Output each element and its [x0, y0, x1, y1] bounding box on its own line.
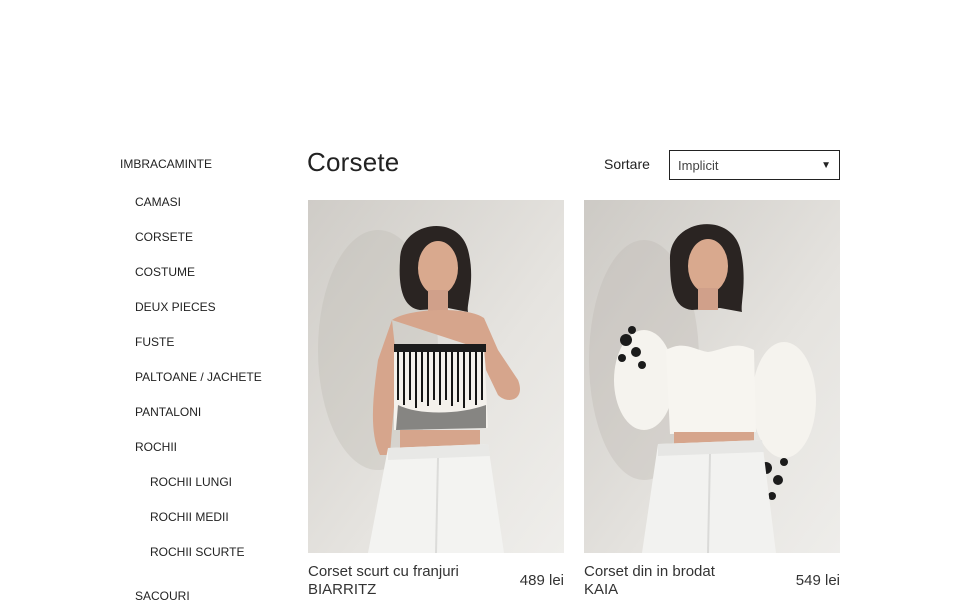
product-image[interactable]: [308, 200, 564, 553]
chevron-down-icon: ▼: [821, 159, 831, 171]
sidebar-item-corsete[interactable]: CORSETE: [135, 230, 193, 244]
sidebar-subitem-rochii-scurte[interactable]: ROCHII SCURTE: [150, 545, 244, 559]
sidebar-item-pantaloni[interactable]: PANTALONI: [135, 405, 201, 419]
sidebar-subitem-rochii-medii[interactable]: ROCHII MEDII: [150, 510, 229, 524]
sidebar-subitem-rochii-lungi[interactable]: ROCHII LUNGI: [150, 475, 232, 489]
product-name-line2: BIARRITZ: [308, 581, 377, 598]
sidebar-item-paltoane-jachete[interactable]: PALTOANE / JACHETE: [135, 370, 262, 384]
sidebar-item-costume[interactable]: COSTUME: [135, 265, 195, 279]
sidebar-item-sacouri[interactable]: SACOURI: [135, 589, 190, 600]
product-photo-embroidered-corset: [584, 200, 840, 553]
product-name-line1: Corset din in brodat: [584, 563, 715, 580]
sidebar-category-imbracaminte[interactable]: IMBRACAMINTE: [120, 157, 212, 171]
product-meta: Corset din in brodat KAIA 549 lei: [584, 563, 840, 600]
sort-select[interactable]: Implicit ▼: [669, 150, 840, 180]
product-name-line2: KAIA: [584, 581, 619, 598]
product-meta: Corset scurt cu franjuri BIARRITZ 489 le…: [308, 563, 564, 600]
product-name-line1: Corset scurt cu franjuri: [308, 563, 459, 580]
page-title: Corsete: [307, 147, 400, 177]
sidebar-item-deux-pieces[interactable]: DEUX PIECES: [135, 300, 216, 314]
product-name[interactable]: Corset din in brodat KAIA: [584, 563, 764, 599]
sidebar-item-camasi[interactable]: CAMASI: [135, 195, 181, 209]
sort-label: Sortare: [604, 156, 650, 172]
product-image[interactable]: [584, 200, 840, 553]
sort-selected-value: Implicit: [678, 157, 719, 173]
sidebar-item-fuste[interactable]: FUSTE: [135, 335, 174, 349]
product-price: 549 lei: [795, 572, 840, 589]
product-name[interactable]: Corset scurt cu franjuri BIARRITZ: [308, 563, 488, 599]
product-card[interactable]: Corset scurt cu franjuri BIARRITZ 489 le…: [308, 200, 564, 600]
sidebar-item-rochii[interactable]: ROCHII: [135, 440, 177, 454]
product-price: 489 lei: [519, 572, 564, 589]
product-photo-fringe-corset: [308, 200, 564, 553]
product-card[interactable]: Corset din in brodat KAIA 549 lei: [584, 200, 840, 600]
